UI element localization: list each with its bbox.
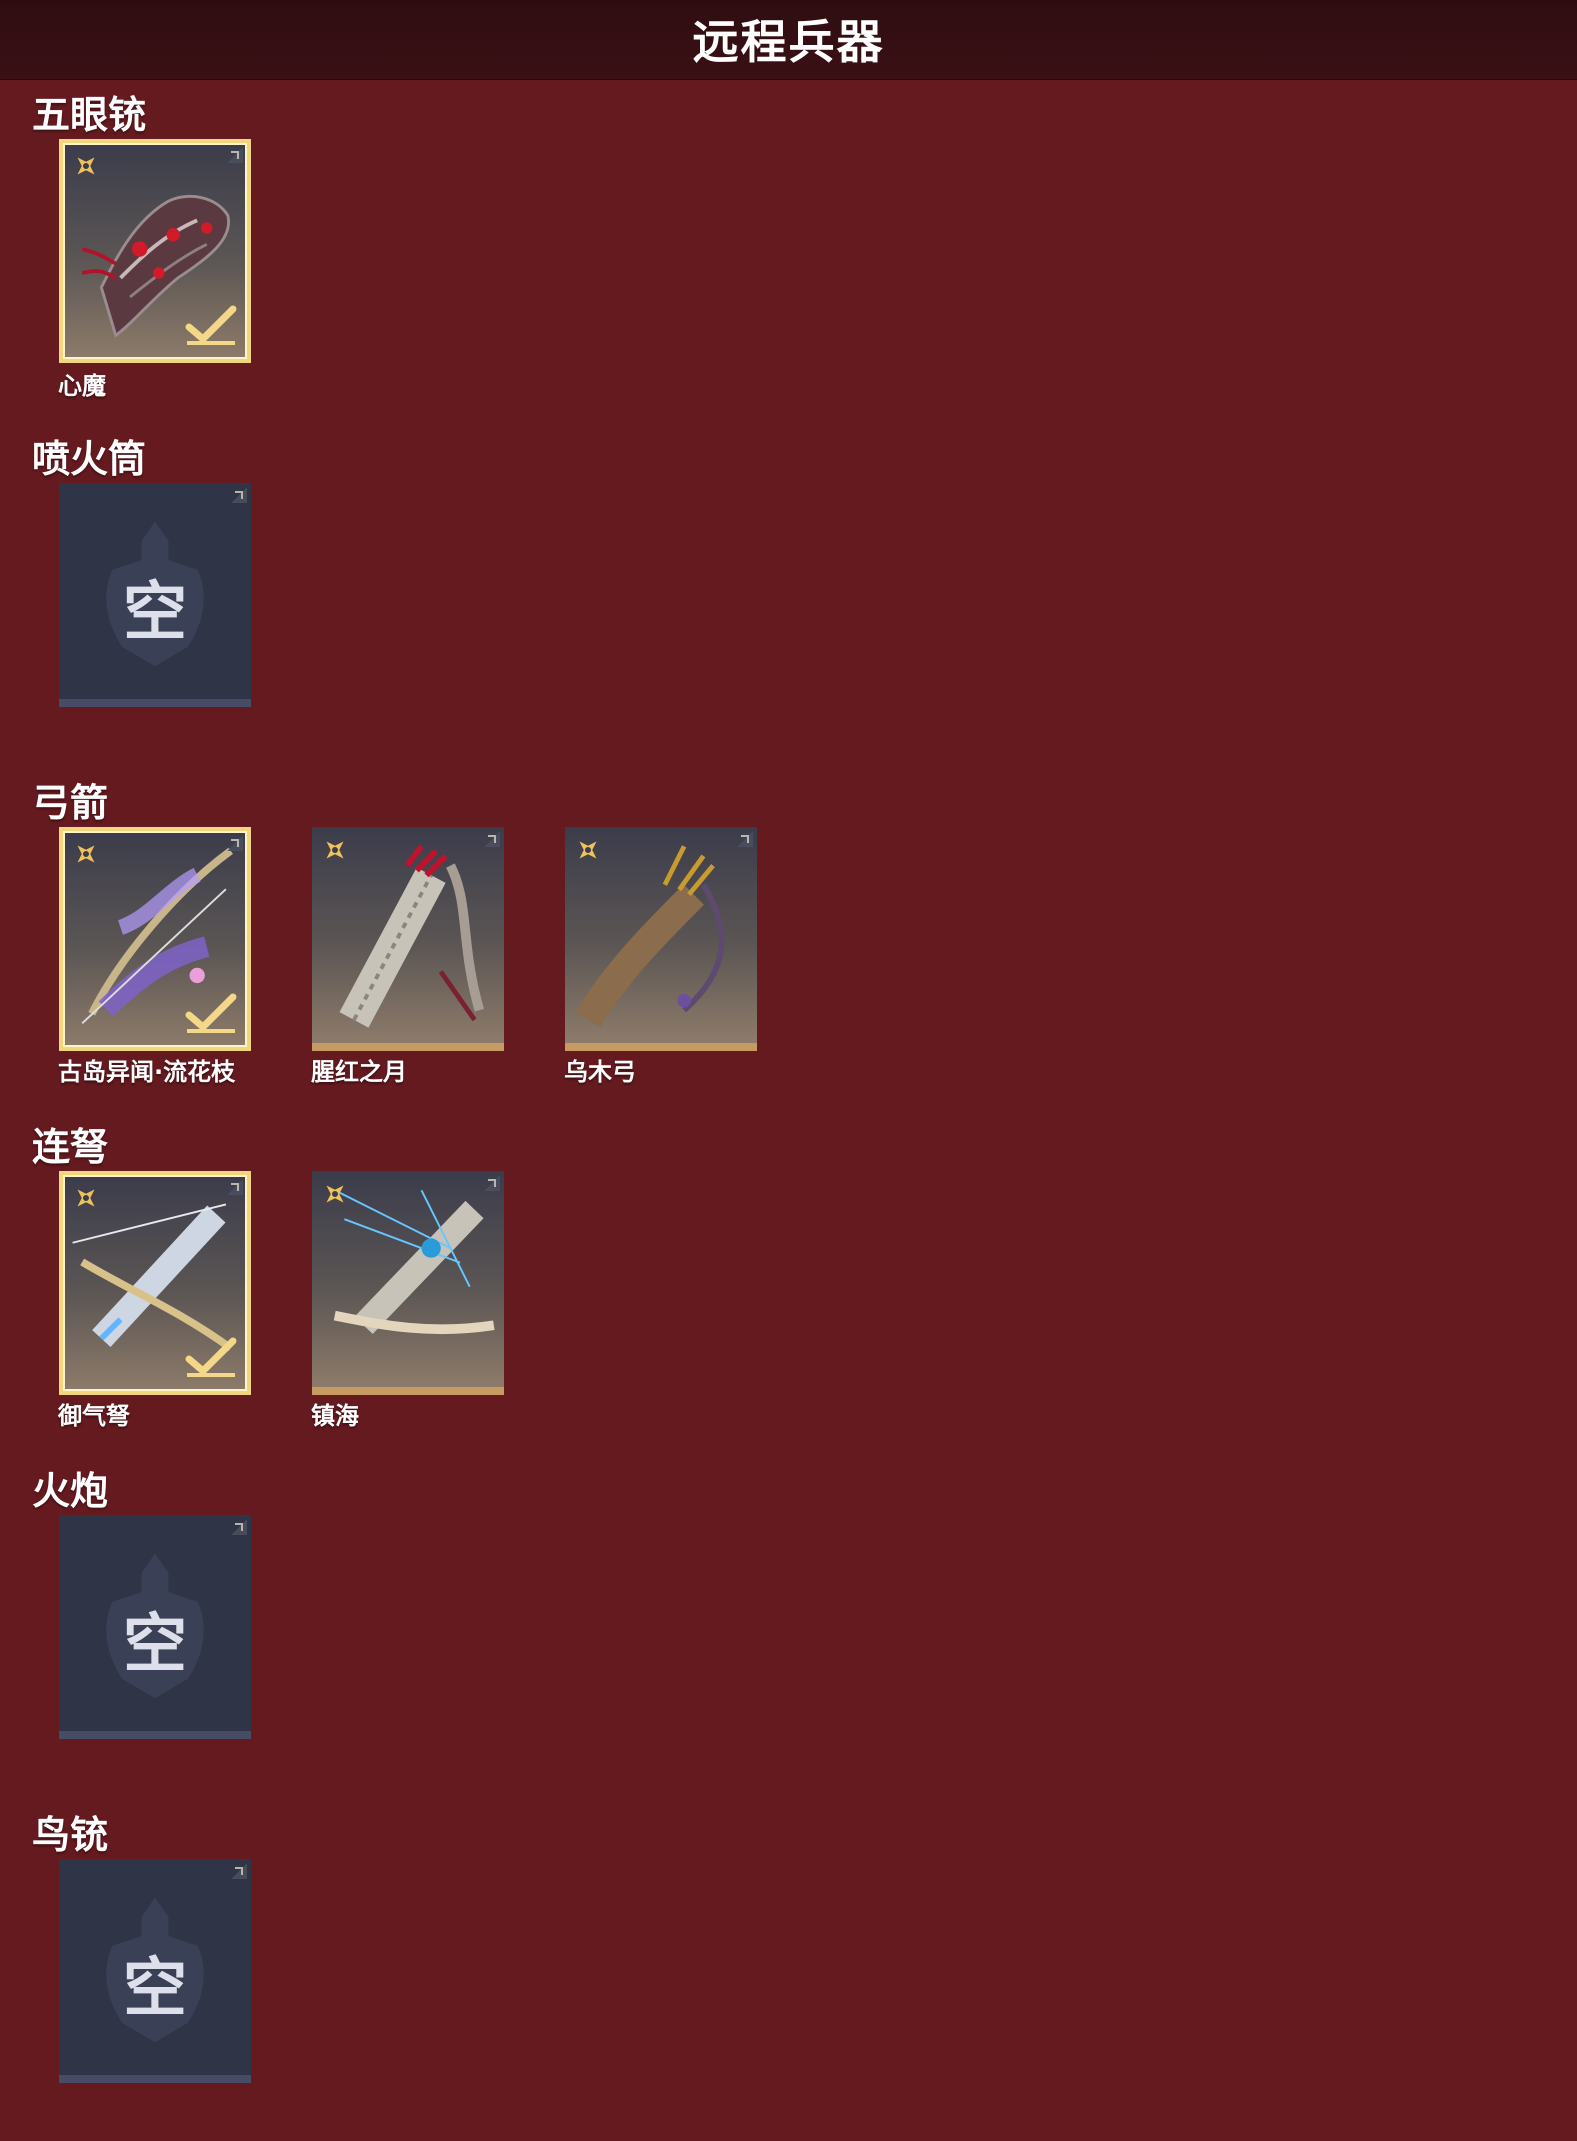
weapon-name-gudaoyiwen: 古岛异闻·流花枝 bbox=[58, 1058, 236, 1086]
section-title-niaochong: 鸟铳 bbox=[32, 1813, 109, 1857]
rarity-shuriken-icon bbox=[326, 1185, 344, 1203]
weapon-card-wumugong[interactable] bbox=[565, 827, 757, 1051]
corner-tag-icon bbox=[737, 831, 753, 847]
weapon-card-empty-penhuotong[interactable]: 空 bbox=[59, 483, 251, 707]
rarity-shuriken-icon bbox=[579, 841, 597, 859]
weapon-name-wumugong: 乌木弓 bbox=[564, 1058, 636, 1086]
weapon-name-xinghongzhiyue: 腥红之月 bbox=[311, 1058, 407, 1086]
corner-tag-icon bbox=[227, 1179, 243, 1195]
section-title-gongjian: 弓箭 bbox=[32, 781, 109, 825]
rarity-shuriken-icon bbox=[77, 1189, 95, 1207]
rarity-shuriken-icon bbox=[77, 845, 95, 863]
equipped-checkmark-icon bbox=[185, 1337, 237, 1377]
equipped-checkmark-icon bbox=[185, 305, 237, 345]
corner-tag-icon bbox=[227, 835, 243, 851]
rarity-shuriken-icon bbox=[77, 157, 95, 175]
corner-tag-icon bbox=[484, 1175, 500, 1191]
weapon-name-zhenhai: 镇海 bbox=[311, 1402, 359, 1430]
weapon-card-xinghongzhiyue[interactable] bbox=[312, 827, 504, 1051]
weapon-card-gudaoyiwen[interactable] bbox=[59, 827, 251, 1051]
empty-slot-label: 空 bbox=[123, 576, 187, 650]
section-title-briefnu: 连弩 bbox=[32, 1125, 109, 1169]
weapon-card-yuqinu[interactable] bbox=[59, 1171, 251, 1395]
corner-tag-icon bbox=[231, 487, 247, 503]
weapon-card-empty-niaochong[interactable]: 空 bbox=[59, 1859, 251, 2083]
weapon-card-xinmo[interactable] bbox=[59, 139, 251, 363]
corner-tag-icon bbox=[227, 147, 243, 163]
weapon-name-xinmo: 心魔 bbox=[58, 372, 106, 400]
section-title-huopao: 火炮 bbox=[32, 1469, 109, 1513]
weapon-name-yuqinu: 御气弩 bbox=[58, 1402, 130, 1430]
empty-slot-label: 空 bbox=[123, 1608, 187, 1682]
section-title-wuyanchong: 五眼铳 bbox=[32, 93, 147, 137]
equipped-checkmark-icon bbox=[185, 993, 237, 1033]
section-title-penhuotong: 喷火筒 bbox=[32, 437, 147, 481]
weapon-card-empty-huopao[interactable]: 空 bbox=[59, 1515, 251, 1739]
corner-tag-icon bbox=[231, 1863, 247, 1879]
empty-slot-label: 空 bbox=[123, 1952, 187, 2026]
corner-tag-icon bbox=[484, 831, 500, 847]
rarity-shuriken-icon bbox=[326, 841, 344, 859]
weapon-card-zhenhai[interactable] bbox=[312, 1171, 504, 1395]
page-title: 远程兵器 bbox=[692, 15, 885, 69]
corner-tag-icon bbox=[231, 1519, 247, 1535]
